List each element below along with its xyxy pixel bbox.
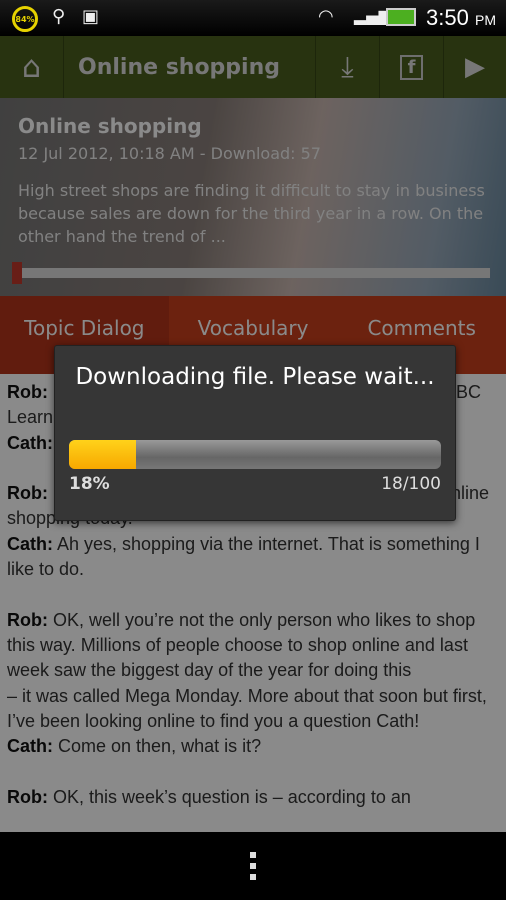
nav-bar xyxy=(0,832,506,900)
progress-percent: 18% xyxy=(69,474,110,494)
progress-count: 18/100 xyxy=(381,474,441,494)
battery-charging-icon xyxy=(386,8,416,26)
download-progress-bar xyxy=(69,440,441,469)
android-debug-icon: ▣ xyxy=(82,6,100,27)
menu-icon[interactable] xyxy=(250,852,256,885)
dialog-message: Downloading file. Please wait... xyxy=(75,364,435,390)
battery-percent-icon: 84% xyxy=(12,6,38,32)
usb-icon: ⚲ xyxy=(52,6,66,27)
progress-fill xyxy=(69,440,136,469)
status-bar: 84% ⚲ ▣ ◠ ▂▄▆ 3:50 PM xyxy=(0,0,506,36)
wifi-icon: ◠ xyxy=(318,6,334,27)
download-progress-dialog: Downloading file. Please wait... 18% 18/… xyxy=(54,345,456,521)
clock: 3:50 PM xyxy=(426,5,496,30)
